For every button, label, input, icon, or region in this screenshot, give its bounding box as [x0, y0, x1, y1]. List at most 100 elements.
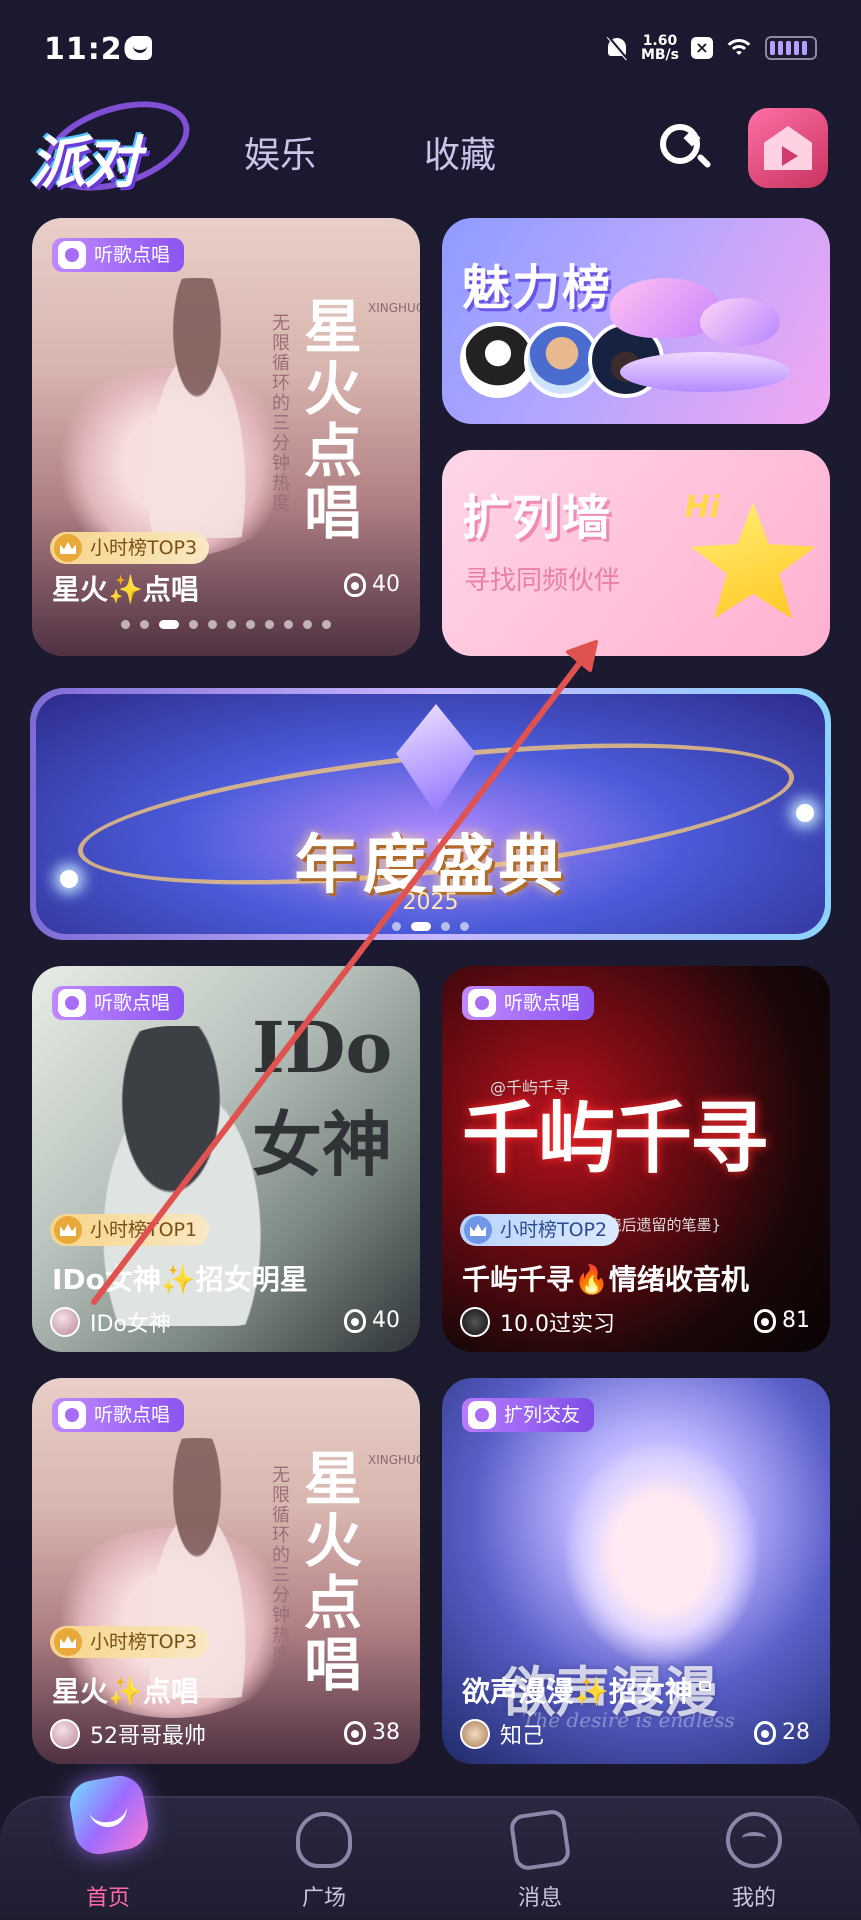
party-logo[interactable]: 派对: [26, 84, 201, 208]
friends-tag-icon: [468, 1401, 496, 1429]
network-speed: 1.60 MB/s: [641, 34, 679, 62]
party-home-page: 11:26 1.60 MB/s × 派对 娱乐 收藏 星火点唱 无限循环的三分钟…: [0, 0, 861, 1920]
create-room-icon[interactable]: [748, 108, 828, 188]
music-tag-icon: [58, 241, 86, 269]
room-category-tag: 听歌点唱: [462, 986, 595, 1020]
friend-wall-title: 扩列墙: [462, 490, 613, 546]
cover-pinyin: XINGHUO: [368, 1453, 420, 1467]
bell-off-icon: [605, 35, 629, 61]
annual-gala-banner[interactable]: 年度盛典 2025: [30, 688, 831, 940]
nav-profile[interactable]: 我的: [684, 1798, 824, 1920]
bottom-nav: 首页 广场 消息 我的: [0, 1772, 861, 1920]
message-icon: [128, 36, 152, 60]
room-category-tag: 听歌点唱: [52, 238, 185, 272]
cover-subtitle: 无限循环的三分钟热度: [272, 313, 290, 514]
heat-count: 28: [754, 1720, 810, 1745]
room-category-tag: 扩列交友: [462, 1398, 595, 1432]
room-card-ido[interactable]: IDo女神 听歌点唱 小时榜TOP1 IDo女神✨招女明星 IDo女神 40: [32, 966, 420, 1352]
crown-icon: [54, 534, 82, 562]
room-title: 千屿千寻🔥情绪收音机: [462, 1263, 749, 1296]
flame-icon: [754, 1308, 776, 1333]
cover-title: 星火点唱: [303, 293, 362, 547]
network-speed-unit: MB/s: [640, 47, 679, 63]
network-speed-value: 1.60: [642, 33, 678, 49]
crown-icon: [464, 1216, 492, 1244]
room-card-yusheng[interactable]: 欲声漫漫 扩列交友 欲声漫漫✨招女神 The desire is endless…: [442, 1378, 830, 1764]
room-card-qianxun[interactable]: @千屿千寻 千屿千寻 {我是春天焚烧后遗留的笔墨} 听歌点唱 小时榜TOP2 千…: [442, 966, 830, 1352]
cover-figure: [122, 1438, 272, 1698]
heat-count: 40: [344, 1308, 400, 1333]
flame-icon: [344, 1308, 366, 1333]
cover-title: 千屿千寻: [462, 1094, 768, 1184]
profile-icon: [726, 1812, 782, 1868]
room-category-tag: 听歌点唱: [52, 1398, 185, 1432]
message-icon: [508, 1808, 572, 1872]
nav-messages-label: 消息: [517, 1886, 562, 1911]
status-bar: 11:26 1.60 MB/s ×: [0, 0, 861, 96]
nav-home-label: 首页: [85, 1886, 130, 1911]
host-avatar: [50, 1307, 80, 1337]
room-title: 欲声漫漫✨招女神: [462, 1670, 711, 1710]
banner-carousel-dots: [36, 922, 825, 931]
room-card-star-top[interactable]: 星火点唱 无限循环的三分钟热度 XINGHUO 听歌点唱 小时榜TOP3 星火✨…: [32, 218, 420, 656]
status-icons: 1.60 MB/s ×: [605, 30, 817, 66]
room-title: 星火✨点唱: [52, 573, 199, 606]
host-avatar: [50, 1719, 80, 1749]
charm-title: 魅力榜: [462, 260, 613, 316]
wifi-icon: [725, 37, 753, 59]
cover-figure: [562, 1438, 762, 1668]
friend-wall-card[interactable]: 扩列墙 Hi 寻找同频伙伴: [442, 450, 830, 656]
hi-text: Hi: [684, 490, 720, 525]
host-info: 知己: [460, 1718, 544, 1750]
room-category-tag: 听歌点唱: [52, 986, 185, 1020]
carousel-dots: [32, 620, 420, 629]
music-tag-icon: [58, 989, 86, 1017]
flame-icon: [344, 1720, 366, 1745]
nav-messages[interactable]: 消息: [470, 1798, 610, 1920]
host-info: 52哥哥最帅: [50, 1718, 206, 1750]
heat-count: 40: [344, 572, 400, 597]
tab-entertainment[interactable]: 娱乐: [244, 126, 316, 178]
friend-wall-subtitle: 寻找同频伙伴: [464, 566, 621, 596]
music-tag-icon: [58, 1401, 86, 1429]
nav-plaza[interactable]: 广场: [254, 1798, 394, 1920]
charm-ranking-card[interactable]: 魅力榜: [442, 218, 830, 424]
cover-subtitle: The desire is endless: [522, 1708, 735, 1732]
plaza-icon: [296, 1812, 352, 1868]
host-avatar: [460, 1719, 490, 1749]
cover-title: 星火点唱: [303, 1445, 362, 1699]
battery-icon: [765, 36, 817, 60]
flame-icon: [754, 1720, 776, 1745]
lock-icon: [698, 1681, 711, 1691]
rank-badge: 小时榜TOP2: [460, 1214, 620, 1246]
cover-pinyin: XINGHUO: [368, 301, 420, 315]
crown-icon: [54, 1216, 82, 1244]
room-title: 星火✨点唱: [52, 1675, 199, 1708]
host-avatar: [460, 1307, 490, 1337]
cover-title: IDo女神: [252, 1006, 393, 1186]
rank-badge: 小时榜TOP3: [50, 532, 210, 564]
rank-badge: 小时榜TOP3: [50, 1626, 210, 1658]
logo-text: 派对: [30, 131, 140, 196]
host-info: 10.0过实习: [460, 1306, 615, 1338]
nav-profile-label: 我的: [731, 1886, 776, 1911]
cover-subtitle: 无限循环的三分钟热度: [272, 1465, 290, 1666]
rank-badge: 小时榜TOP1: [50, 1214, 210, 1246]
crown-icon: [54, 1628, 82, 1656]
music-tag-icon: [468, 989, 496, 1017]
masquerade-mask-icon: [600, 268, 800, 392]
cover-figure: [122, 278, 272, 538]
flame-icon: [344, 572, 366, 597]
home-icon: [66, 1772, 152, 1858]
heat-count: 81: [754, 1308, 810, 1333]
tab-favorites[interactable]: 收藏: [424, 126, 496, 178]
nav-home[interactable]: 首页: [38, 1772, 178, 1920]
heat-count: 38: [344, 1720, 400, 1745]
room-card-star-bottom[interactable]: 星火点唱 无限循环的三分钟热度 XINGHUO 听歌点唱 小时榜TOP3 星火✨…: [32, 1378, 420, 1764]
room-title: IDo女神✨招女明星: [52, 1263, 308, 1296]
nav-plaza-label: 广场: [301, 1886, 346, 1911]
x-badge-icon: ×: [691, 37, 713, 59]
search-icon[interactable]: [656, 120, 714, 178]
banner-year: 2025: [402, 890, 459, 915]
host-info: IDo女神: [50, 1306, 171, 1338]
